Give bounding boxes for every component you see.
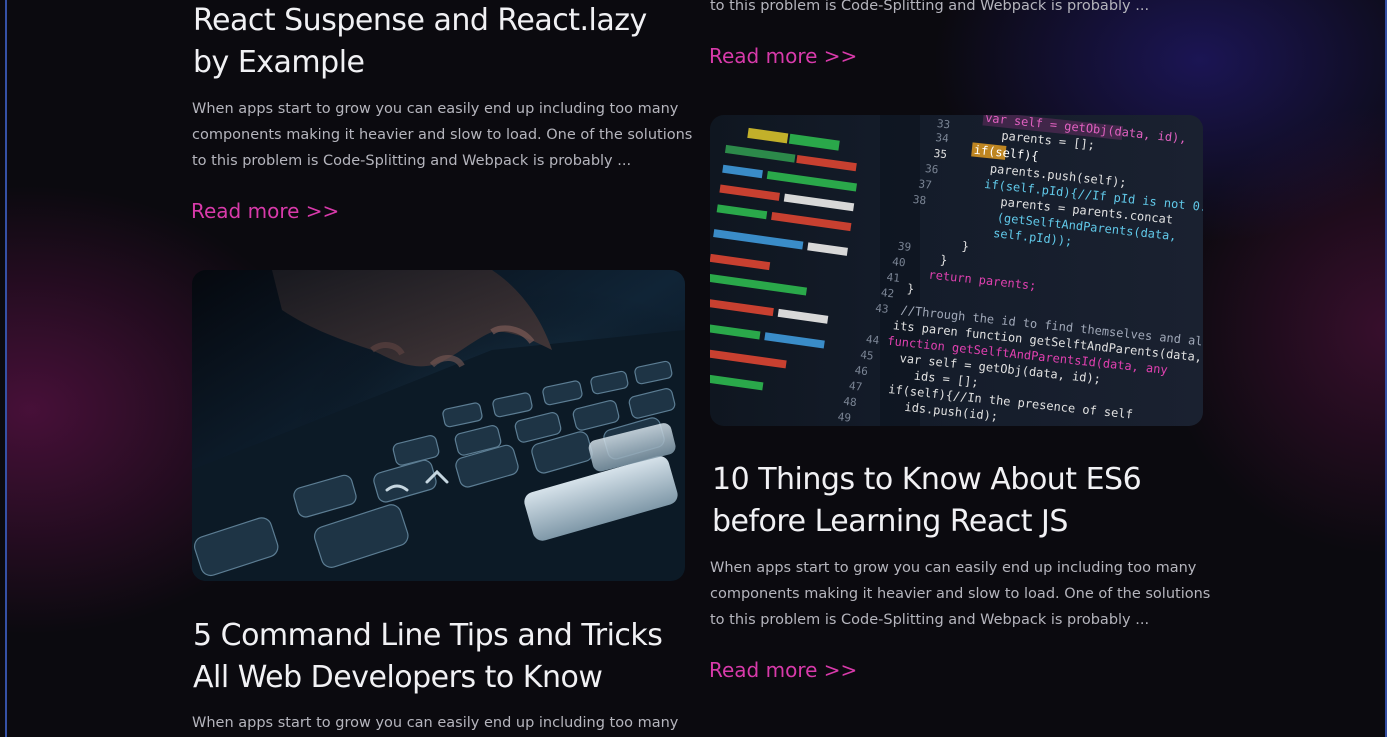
post-thumbnail-keyboard[interactable] <box>192 270 685 581</box>
post-excerpt: When apps start to grow you can easily e… <box>192 710 678 736</box>
svg-text:47: 47 <box>848 379 863 393</box>
post-excerpt: When apps start to grow you can easily e… <box>710 555 1210 633</box>
svg-text:42: 42 <box>880 286 895 300</box>
svg-text:38: 38 <box>912 193 927 207</box>
excerpt-line: components making it heavier and slow to… <box>192 127 693 143</box>
svg-text:35: 35 <box>933 147 948 161</box>
svg-text:36: 36 <box>924 162 939 176</box>
read-more-link[interactable]: Read more >> <box>709 44 857 68</box>
post-title[interactable]: 5 Command Line Tips and Tricks All Web D… <box>193 615 663 699</box>
excerpt-line: When apps start to grow you can easily e… <box>192 101 679 117</box>
svg-text:49: 49 <box>837 410 852 424</box>
svg-text:33: 33 <box>936 117 951 131</box>
excerpt-line: to this problem is Code-Splitting and We… <box>710 612 1150 628</box>
post-title-line: All Web Developers to Know <box>193 660 603 695</box>
svg-text:}: } <box>906 281 915 296</box>
svg-text:}: } <box>939 253 948 268</box>
excerpt-line: to this problem is Code-Splitting and We… <box>192 153 632 169</box>
post-title[interactable]: React Suspense and React.lazy by Example <box>193 0 647 84</box>
excerpt-line: When apps start to grow you can easily e… <box>192 715 679 731</box>
svg-text:43: 43 <box>875 302 890 316</box>
post-title-line: by Example <box>193 45 365 80</box>
post-excerpt: When apps start to grow you can easily e… <box>192 96 692 174</box>
keyboard-image <box>192 270 685 581</box>
post-excerpt: to this problem is Code-Splitting and We… <box>710 0 1149 19</box>
svg-text:48: 48 <box>843 395 858 409</box>
post-title[interactable]: 10 Things to Know About ES6 before Learn… <box>712 459 1142 543</box>
svg-text:40: 40 <box>892 255 907 269</box>
svg-text:46: 46 <box>854 364 869 378</box>
excerpt-line: to this problem is Code-Splitting and We… <box>710 0 1150 14</box>
blog-list-page: React Suspense and React.lazy by Example… <box>0 0 1387 737</box>
post-thumbnail-code[interactable]: 33 34 35 36 37 38 39 40 41 42 43 44 45 4… <box>710 115 1203 426</box>
svg-text:44: 44 <box>865 333 880 347</box>
post-title-line: 5 Command Line Tips and Tricks <box>193 618 663 653</box>
svg-text:39: 39 <box>897 240 912 254</box>
svg-text:37: 37 <box>918 177 933 191</box>
post-title-line: 10 Things to Know About ES6 <box>712 462 1142 497</box>
window-edge-left <box>0 0 7 737</box>
excerpt-line: When apps start to grow you can easily e… <box>710 560 1197 576</box>
svg-text:34: 34 <box>935 131 950 145</box>
post-title-line: before Learning React JS <box>712 504 1068 539</box>
excerpt-line: components making it heavier and slow to… <box>710 586 1211 602</box>
svg-text:41: 41 <box>886 271 901 285</box>
svg-text:}: } <box>961 239 970 254</box>
post-title-line: React Suspense and React.lazy <box>193 3 647 38</box>
read-more-link[interactable]: Read more >> <box>709 658 857 682</box>
code-editor-image: 33 34 35 36 37 38 39 40 41 42 43 44 45 4… <box>710 115 1203 426</box>
read-more-link[interactable]: Read more >> <box>191 199 339 223</box>
svg-text:45: 45 <box>860 348 875 362</box>
